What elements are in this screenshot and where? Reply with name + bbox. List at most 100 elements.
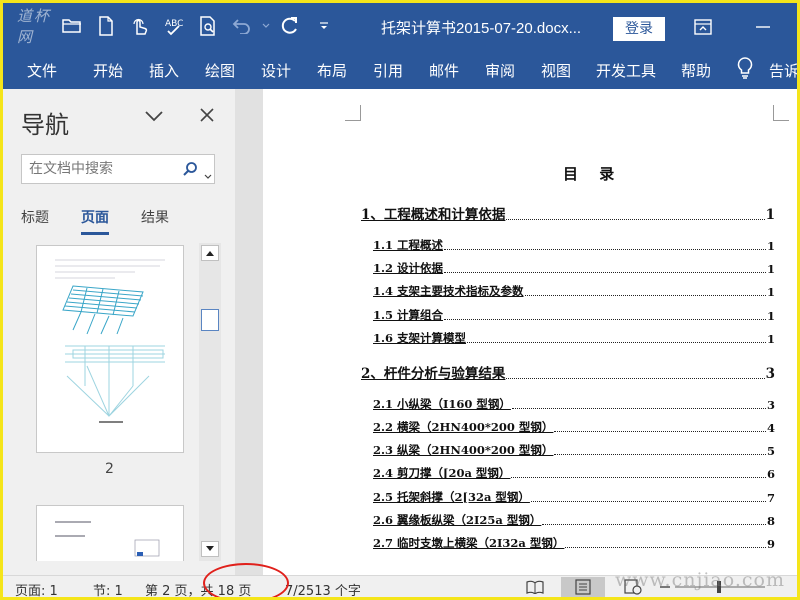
toc-entry-page: 8	[766, 513, 775, 528]
spelling-check-icon[interactable]: ABC	[157, 11, 191, 41]
status-word-count[interactable]: 7/2513 个字	[285, 580, 361, 597]
close-icon[interactable]	[199, 107, 215, 127]
search-options-icon[interactable]	[204, 165, 212, 184]
page-thumbnail-drawing	[55, 259, 165, 423]
toc-entry[interactable]: 2.4 剪刀撑（[20a 型钢） 6	[373, 465, 775, 481]
toc-leader-dots	[530, 500, 766, 502]
toc-title: 目 录	[563, 165, 623, 183]
toc-entry[interactable]: 1.6 支架计算模型 1	[373, 330, 775, 346]
toc-leader-dots	[565, 547, 766, 548]
pane-splitter[interactable]	[235, 89, 263, 575]
toc-entry[interactable]: 1.4 支架主要技术指标及参数 1	[373, 283, 775, 299]
tab-file[interactable]: 文件	[27, 60, 57, 81]
toc-entry[interactable]: 2.2 横梁（2HN400*200 型钢） 4	[373, 419, 775, 435]
toc-leader-dots	[444, 272, 766, 274]
toc-entry-text: 1.1 工程概述	[373, 238, 444, 252]
lightbulb-icon[interactable]	[737, 57, 753, 83]
toc-entry-page: 1	[766, 262, 775, 277]
search-input[interactable]	[22, 155, 172, 183]
print-preview-icon[interactable]	[191, 11, 225, 41]
chevron-down-icon[interactable]	[144, 107, 164, 126]
tell-me-input[interactable]: 告诉	[769, 60, 797, 81]
page-thumbnail-drawing	[55, 521, 160, 557]
toc-entry-page: 3	[765, 365, 775, 382]
scroll-up-icon[interactable]	[201, 245, 219, 261]
toc-entry[interactable]: 1、工程概述和计算依据 1	[361, 203, 775, 223]
toc-entry[interactable]: 2.1 小纵梁（I160 型钢） 3	[373, 396, 775, 412]
toc-leader-dots	[511, 477, 766, 479]
touch-mode-icon[interactable]	[123, 11, 157, 41]
tab-results[interactable]: 结果	[141, 207, 169, 227]
document-title: 托架计算书2015-07-20.docx...	[381, 20, 582, 37]
thumbnail-page-number: 2	[105, 461, 114, 477]
scrollbar-thumb[interactable]	[201, 309, 219, 331]
minimize-icon[interactable]	[743, 13, 783, 41]
toc-leader-dots	[511, 407, 766, 409]
toc-entry-page: 5	[766, 444, 775, 459]
toc-leader-dots	[467, 341, 766, 343]
tab-draw[interactable]: 绘图	[205, 60, 235, 81]
scroll-down-icon[interactable]	[201, 541, 219, 557]
toc-entry-page: 9	[766, 537, 775, 551]
status-page[interactable]: 页面: 1	[15, 580, 58, 597]
toc-entry-page: 1	[766, 308, 775, 323]
toc-leader-dots	[554, 431, 766, 432]
repeat-icon[interactable]	[273, 11, 307, 41]
toc-entry[interactable]: 2、杆件分析与验算结果 3	[361, 362, 775, 382]
margin-corner	[773, 105, 789, 121]
tab-references[interactable]: 引用	[373, 60, 403, 81]
toc-leader-dots	[444, 249, 766, 250]
read-mode-icon[interactable]	[521, 577, 549, 597]
open-folder-icon[interactable]	[55, 11, 89, 41]
status-section[interactable]: 节: 1	[93, 580, 123, 597]
page-thumbnail[interactable]	[36, 505, 184, 561]
search-box	[21, 154, 215, 184]
tab-headings[interactable]: 标题	[21, 207, 49, 227]
tab-view[interactable]: 视图	[541, 60, 571, 81]
undo-dropdown-icon[interactable]	[259, 11, 273, 41]
document-page[interactable]: 目 录 1、工程概述和计算依据 1 1.1 工程概述 1 1.2 设计依据 1 1.4 支架…	[263, 89, 797, 575]
undo-icon[interactable]	[225, 11, 259, 41]
tab-pages[interactable]: 页面	[81, 207, 109, 235]
search-icon[interactable]	[182, 161, 198, 181]
toc-entry-text: 2.5 托架斜撑（2[32a 型钢）	[373, 489, 530, 504]
toc-entry[interactable]: 2.6 翼缘板纵梁（2I25a 型钢） 8	[373, 512, 775, 528]
toc-leader-dots	[444, 318, 766, 320]
tab-design[interactable]: 设计	[261, 60, 291, 81]
toc-entry[interactable]: 1.5 计算组合 1	[373, 307, 775, 323]
toc-leader-dots	[542, 523, 766, 525]
site-watermark: www.cnjiao.com	[615, 569, 785, 591]
toc-entry[interactable]: 1.1 工程概述 1	[373, 237, 775, 253]
quick-access-toolbar: 道杯网 ABC	[3, 7, 341, 46]
page-thumbnail[interactable]	[36, 245, 184, 453]
svg-text:ABC: ABC	[165, 19, 183, 29]
thumbnails-scrollbar[interactable]	[199, 243, 221, 561]
tab-help[interactable]: 帮助	[681, 60, 711, 81]
toc-entry-text: 2.2 横梁（2HN400*200 型钢）	[373, 420, 554, 434]
ribbon-display-options-icon[interactable]	[683, 13, 723, 41]
tab-insert[interactable]: 插入	[149, 60, 179, 81]
toc-entry[interactable]: 2.3 纵梁（2HN400*200 型钢） 5	[373, 442, 775, 458]
margin-corner	[345, 105, 361, 121]
login-button[interactable]: 登录	[613, 17, 665, 41]
customize-toolbar-icon[interactable]	[307, 11, 341, 41]
toc-entry-text: 2.1 小纵梁（I160 型钢）	[373, 396, 511, 411]
toc-entry[interactable]: 1.2 设计依据 1	[373, 260, 775, 276]
toc-entry-text: 2.7 临时支墩上横梁（2I32a 型钢）	[373, 536, 565, 550]
toc-entry[interactable]: 2.7 临时支墩上横梁（2I32a 型钢） 9	[373, 535, 775, 551]
toc-entry-text: 1.4 支架主要技术指标及参数	[373, 284, 524, 299]
toc-leader-dots	[506, 377, 765, 379]
toc-entry-text: 1.6 支架计算模型	[373, 330, 467, 345]
tab-layout[interactable]: 布局	[317, 60, 347, 81]
tab-developer[interactable]: 开发工具	[596, 60, 656, 81]
toc-entry[interactable]: 2.5 托架斜撑（2[32a 型钢） 7	[373, 489, 775, 505]
tab-review[interactable]: 审阅	[485, 60, 515, 81]
toc-leader-dots	[524, 295, 766, 297]
tab-home[interactable]: 开始	[93, 60, 123, 81]
toc-entry-page: 6	[766, 467, 775, 482]
navigation-pane: 导航 标题 页面 结果	[3, 89, 235, 575]
ribbon-tabs: 文件 开始 插入 绘图 设计 布局 引用 邮件 审阅 视图 开发工具 帮助 告诉	[3, 49, 797, 89]
print-layout-icon[interactable]	[561, 577, 605, 597]
tab-mailings[interactable]: 邮件	[429, 60, 459, 81]
new-document-icon[interactable]	[89, 11, 123, 41]
